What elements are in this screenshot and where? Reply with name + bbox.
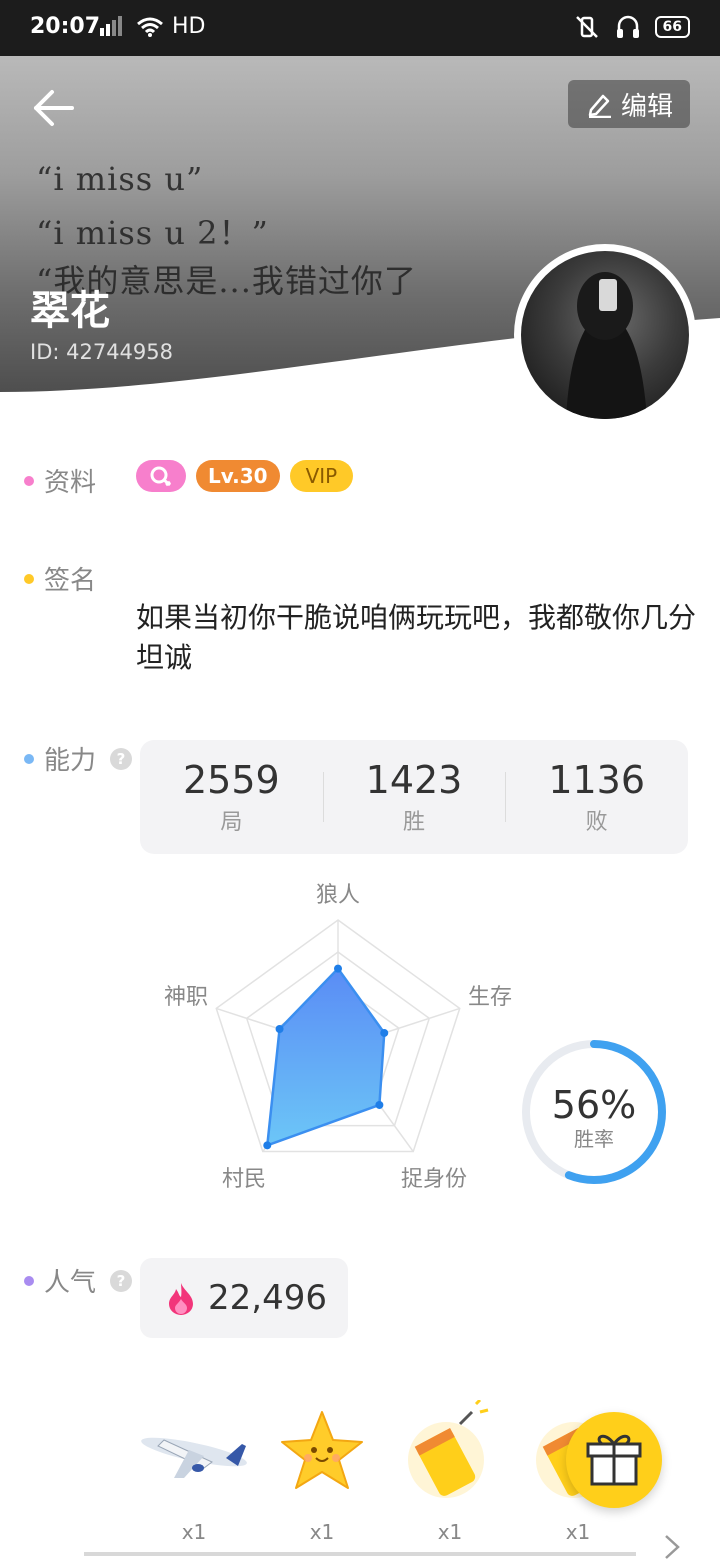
ability-section-label: 能力 ? bbox=[24, 740, 133, 777]
avatar[interactable] bbox=[514, 244, 696, 426]
stat-value: 1423 bbox=[365, 758, 463, 802]
radar-point bbox=[263, 1141, 272, 1150]
gift-item[interactable]: x1 bbox=[262, 1400, 382, 1550]
radar-point bbox=[275, 1025, 284, 1034]
radar-point bbox=[375, 1100, 384, 1109]
radar-axis-label: 狼人 bbox=[316, 883, 360, 908]
gift-count: x1 bbox=[181, 1520, 207, 1544]
popularity-value: 22,496 bbox=[208, 1278, 327, 1318]
female-icon bbox=[150, 466, 171, 487]
profile-label: 资料 bbox=[44, 468, 97, 498]
send-gift-button[interactable] bbox=[566, 1412, 662, 1508]
signature-label: 签名 bbox=[44, 566, 97, 596]
radar-axis-label: 神职 bbox=[164, 985, 208, 1010]
radar-axis-label: 生存 bbox=[468, 985, 512, 1010]
popularity-section-label: 人气 ? bbox=[24, 1262, 133, 1299]
ability-help-icon[interactable]: ? bbox=[110, 747, 133, 770]
wifi-icon bbox=[137, 17, 163, 37]
level-badge: Lv.30 bbox=[196, 460, 280, 492]
popularity-label: 人气 bbox=[44, 1268, 97, 1298]
signal-icon bbox=[100, 16, 122, 36]
network-type: HD bbox=[172, 14, 206, 39]
battery-indicator: 66 bbox=[654, 16, 690, 38]
radar-axis-label: 捉身份 bbox=[401, 1167, 467, 1192]
airplane-icon bbox=[141, 1437, 247, 1478]
stat-label: 局 bbox=[220, 810, 243, 835]
stat-value: 2559 bbox=[182, 758, 280, 802]
ability-label: 能力 bbox=[44, 746, 97, 776]
radar-area bbox=[266, 967, 386, 1147]
stat-games: 2559 局 bbox=[140, 740, 323, 854]
female-badge bbox=[136, 460, 186, 492]
status-time: 20:07 bbox=[30, 14, 101, 39]
flame-icon bbox=[169, 1283, 193, 1315]
stat-wins: 1423 胜 bbox=[322, 740, 506, 854]
avatar-photo bbox=[521, 251, 689, 419]
radar-point bbox=[334, 964, 342, 973]
chevron-right-icon[interactable] bbox=[660, 1534, 684, 1560]
profile-section-label: 资料 bbox=[24, 462, 96, 499]
section-dot bbox=[24, 475, 34, 486]
section-dot bbox=[24, 753, 34, 764]
stat-label: 胜 bbox=[403, 810, 426, 835]
status-right: 66 bbox=[573, 14, 690, 40]
stat-value: 1136 bbox=[548, 758, 646, 802]
profile-badges: Lv.30 VIP bbox=[136, 460, 354, 492]
nickname: 翠花 bbox=[30, 288, 110, 334]
vibrate-off-icon bbox=[575, 16, 598, 38]
section-dot bbox=[24, 1275, 34, 1286]
ability-radar-chart: 狼人 生存 捉身份 村民 神职 bbox=[164, 883, 512, 1192]
gift-count: x1 bbox=[565, 1520, 591, 1544]
radar-point bbox=[380, 1028, 389, 1037]
ability-stats-card: 2559 局 1423 胜 1136 败 bbox=[140, 740, 688, 854]
edit-button[interactable]: 编辑 bbox=[568, 80, 690, 128]
firecracker-icon bbox=[408, 1398, 489, 1498]
banner-lyric-line: “i miss u 2！” bbox=[36, 214, 269, 252]
network-indicator: HD bbox=[98, 14, 205, 39]
back-arrow-icon[interactable] bbox=[30, 84, 80, 134]
section-dot bbox=[24, 573, 34, 584]
win-rate-value: 56% bbox=[552, 1083, 636, 1127]
edit-label: 编辑 bbox=[620, 91, 673, 122]
stat-losses: 1136 败 bbox=[505, 740, 688, 854]
banner-lyric-line: “i miss u” bbox=[36, 160, 204, 198]
gift-count: x1 bbox=[309, 1520, 335, 1544]
signature-text: 如果当初你干脆说咱俩玩玩吧，我都敬你几分坦诚 bbox=[136, 601, 697, 674]
vip-badge: VIP bbox=[289, 460, 354, 492]
gift-count: x1 bbox=[437, 1520, 463, 1544]
gift-box-icon bbox=[586, 1434, 642, 1486]
pencil-icon bbox=[588, 94, 611, 118]
radar-axis-label: 村民 bbox=[222, 1167, 266, 1192]
gift-item[interactable]: x1 bbox=[134, 1400, 254, 1550]
user-id: ID: 42744958 bbox=[30, 340, 174, 364]
gift-item[interactable]: x1 bbox=[390, 1398, 510, 1550]
popularity-help-icon[interactable]: ? bbox=[110, 1269, 133, 1292]
win-rate-label: 胜率 bbox=[574, 1127, 614, 1151]
star-icon bbox=[281, 1411, 363, 1489]
win-rate-ring: 56% 胜率 bbox=[522, 1040, 666, 1184]
stat-label: 败 bbox=[585, 810, 608, 835]
signature-section-label: 签名 bbox=[24, 560, 96, 597]
status-bar: 20:07 HD 66 bbox=[0, 0, 720, 56]
headphones-icon bbox=[616, 15, 639, 38]
gift-scroll-indicator bbox=[84, 1552, 636, 1556]
popularity-card: 22,496 bbox=[140, 1258, 348, 1338]
